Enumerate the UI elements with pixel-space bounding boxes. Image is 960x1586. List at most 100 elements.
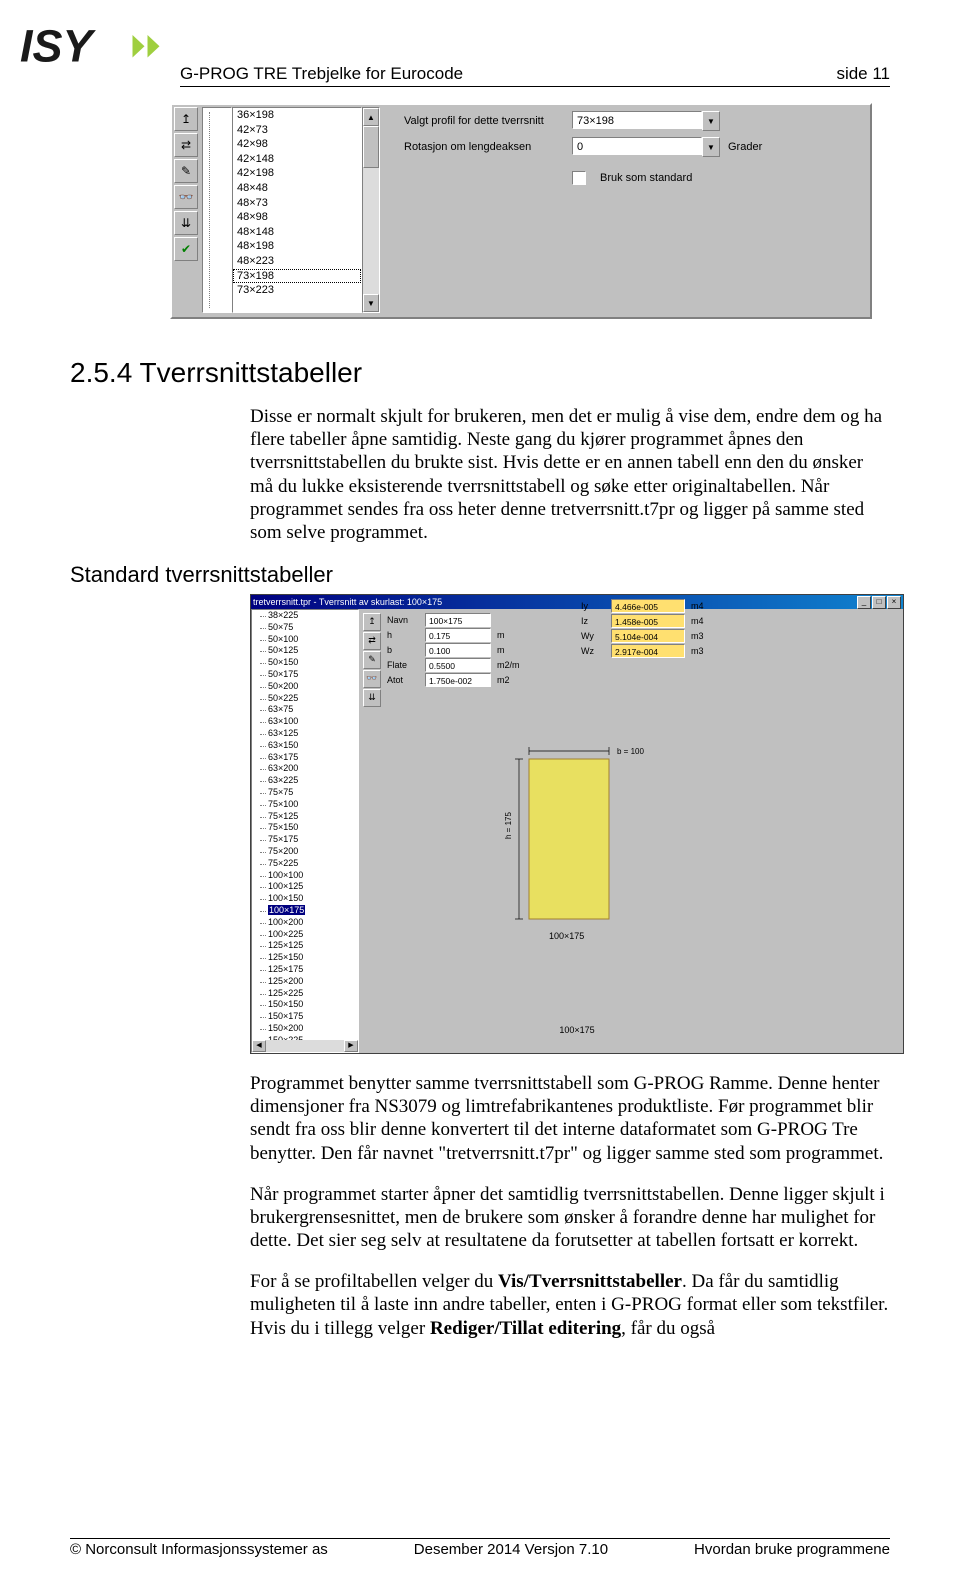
toolbar-button-3[interactable]: 👓 xyxy=(363,670,381,688)
page-header: G-PROG TRE Trebjelke for Eurocode side 1… xyxy=(180,64,890,87)
prop-label: b xyxy=(387,645,419,655)
tree-panel[interactable]: 38×22550×7550×10050×12550×15050×17550×20… xyxy=(251,609,359,1053)
toolbar-button-2[interactable]: ✎ xyxy=(174,159,198,183)
toolbar-button-2[interactable]: ✎ xyxy=(363,651,381,669)
tree-item[interactable]: 63×75 xyxy=(268,704,358,716)
tree-hscroll[interactable]: ◀ ▶ xyxy=(252,1040,358,1052)
toolbar-button-4[interactable]: ⇊ xyxy=(363,689,381,707)
tree-item[interactable]: 150×200 xyxy=(268,1023,358,1035)
toolbar-button-5[interactable]: ✔ xyxy=(174,237,198,261)
dimension-item[interactable]: 42×73 xyxy=(233,123,361,138)
footer-center: Desember 2014 Versjon 7.10 xyxy=(414,1541,608,1558)
dimension-item[interactable]: 42×198 xyxy=(233,166,361,181)
tree-item[interactable]: 50×75 xyxy=(268,622,358,634)
tree-item[interactable]: 125×175 xyxy=(268,964,358,976)
dimension-item[interactable]: 73×223 xyxy=(233,283,361,298)
tree-item[interactable]: 100×150 xyxy=(268,893,358,905)
property-row: Wy5.104e-004m3 xyxy=(581,629,893,643)
toolbar-button-0[interactable]: ↥ xyxy=(363,613,381,631)
tree-item[interactable]: 75×75 xyxy=(268,787,358,799)
tree-item[interactable]: 100×125 xyxy=(268,881,358,893)
dimension-item[interactable]: 48×73 xyxy=(233,196,361,211)
tree-item[interactable]: 50×150 xyxy=(268,657,358,669)
dimension-item[interactable]: 48×48 xyxy=(233,181,361,196)
prop-label: Wy xyxy=(581,631,605,641)
tree-item[interactable]: 125×200 xyxy=(268,976,358,988)
toolbar-button-4[interactable]: ⇊ xyxy=(174,211,198,235)
toolbar-button-1[interactable]: ⇄ xyxy=(174,133,198,157)
screenshot-profile-selector: ↥⇄✎👓⇊✔ 36×19842×7342×9842×14842×19848×48… xyxy=(170,103,872,319)
dimension-item[interactable]: 48×98 xyxy=(233,210,361,225)
toolbar-button-0[interactable]: ↥ xyxy=(174,107,198,131)
tree-item[interactable]: 63×100 xyxy=(268,716,358,728)
tree-item[interactable]: 50×125 xyxy=(268,645,358,657)
scroll-up-icon[interactable]: ▲ xyxy=(363,108,379,126)
prop-value[interactable]: 0.5500 xyxy=(425,658,491,672)
prop-value[interactable]: 100×175 xyxy=(425,613,491,627)
chevron-down-icon[interactable]: ▼ xyxy=(702,111,720,131)
dimension-item[interactable]: 73×198 xyxy=(233,269,361,284)
tree-item[interactable]: 125×125 xyxy=(268,940,358,952)
profile-dropdown[interactable]: 73×198 xyxy=(572,111,702,129)
tree-item[interactable]: 75×100 xyxy=(268,799,358,811)
b-label: b = 100 xyxy=(617,747,644,756)
tree-item[interactable]: 150×150 xyxy=(268,999,358,1011)
dimension-listbox[interactable]: 36×19842×7342×9842×14842×19848×4848×7348… xyxy=(232,107,362,313)
tree-item[interactable]: 63×200 xyxy=(268,763,358,775)
tree-item[interactable]: 63×225 xyxy=(268,775,358,787)
prop-unit: m4 xyxy=(691,616,715,626)
dimension-item[interactable]: 42×148 xyxy=(233,152,361,167)
prop-value[interactable]: 1.750e-002 xyxy=(425,673,491,687)
tree-item[interactable]: 75×225 xyxy=(268,858,358,870)
dimension-item[interactable]: 36×198 xyxy=(233,108,361,123)
tree-item[interactable]: 50×225 xyxy=(268,693,358,705)
header-title: G-PROG TRE Trebjelke for Eurocode xyxy=(180,64,463,84)
property-row: Flate0.5500m2/m xyxy=(387,658,675,672)
tree-item[interactable]: 63×150 xyxy=(268,740,358,752)
prop-value[interactable]: 0.175 xyxy=(425,628,491,642)
scroll-thumb[interactable] xyxy=(363,126,379,168)
tree-item[interactable]: 100×175 xyxy=(268,905,358,917)
rotation-label: Rotasjon om lengdeaksen xyxy=(404,141,564,153)
prop-value: 5.104e-004 xyxy=(611,629,685,643)
prop-label: Wz xyxy=(581,646,605,656)
tree-item[interactable]: 38×225 xyxy=(268,610,358,622)
tree-item[interactable]: 63×175 xyxy=(268,752,358,764)
dimension-item[interactable]: 48×148 xyxy=(233,225,361,240)
default-checkbox[interactable] xyxy=(572,171,586,185)
rotation-dropdown[interactable]: 0 xyxy=(572,137,702,155)
tree-item[interactable]: 75×125 xyxy=(268,811,358,823)
prop-label: Atot xyxy=(387,675,419,685)
scrollbar[interactable]: ▲ ▼ xyxy=(362,107,380,313)
tree-item[interactable]: 50×200 xyxy=(268,681,358,693)
tree-item[interactable]: 50×100 xyxy=(268,634,358,646)
prop-value: 4.466e-005 xyxy=(611,609,685,613)
dimension-item[interactable]: 48×198 xyxy=(233,239,361,254)
toolbar-button-1[interactable]: ⇄ xyxy=(363,632,381,650)
property-row: Iy4.466e-005m4 xyxy=(581,609,893,613)
dimension-item[interactable]: 42×98 xyxy=(233,137,361,152)
scroll-down-icon[interactable]: ▼ xyxy=(363,294,379,312)
tree-item[interactable]: 75×175 xyxy=(268,834,358,846)
tree-item[interactable]: 150×175 xyxy=(268,1011,358,1023)
scroll-left-icon[interactable]: ◀ xyxy=(252,1040,266,1052)
tree-item[interactable]: 100×200 xyxy=(268,917,358,929)
tree-item[interactable]: 75×150 xyxy=(268,822,358,834)
tree-item[interactable]: 125×150 xyxy=(268,952,358,964)
dimension-item[interactable]: 48×223 xyxy=(233,254,361,269)
chevron-down-icon[interactable]: ▼ xyxy=(702,137,720,157)
toolbar-button-3[interactable]: 👓 xyxy=(174,185,198,209)
tree-item[interactable]: 75×200 xyxy=(268,846,358,858)
tree-item[interactable]: 63×125 xyxy=(268,728,358,740)
tree-item[interactable]: 125×225 xyxy=(268,988,358,1000)
prop-value[interactable]: 0.100 xyxy=(425,643,491,657)
tree-item[interactable]: 100×225 xyxy=(268,929,358,941)
tree-gutter xyxy=(202,107,232,313)
side-heading: Standard tverrsnittstabeller xyxy=(70,562,890,588)
tree-item[interactable]: 100×100 xyxy=(268,870,358,882)
scroll-right-icon[interactable]: ▶ xyxy=(344,1040,358,1052)
tree-item[interactable]: 50×175 xyxy=(268,669,358,681)
logo: ISY xyxy=(20,20,170,80)
prop-unit: m3 xyxy=(691,646,715,656)
window-title: tretverrsnitt.tpr - Tverrsnitt av skurla… xyxy=(253,597,442,607)
